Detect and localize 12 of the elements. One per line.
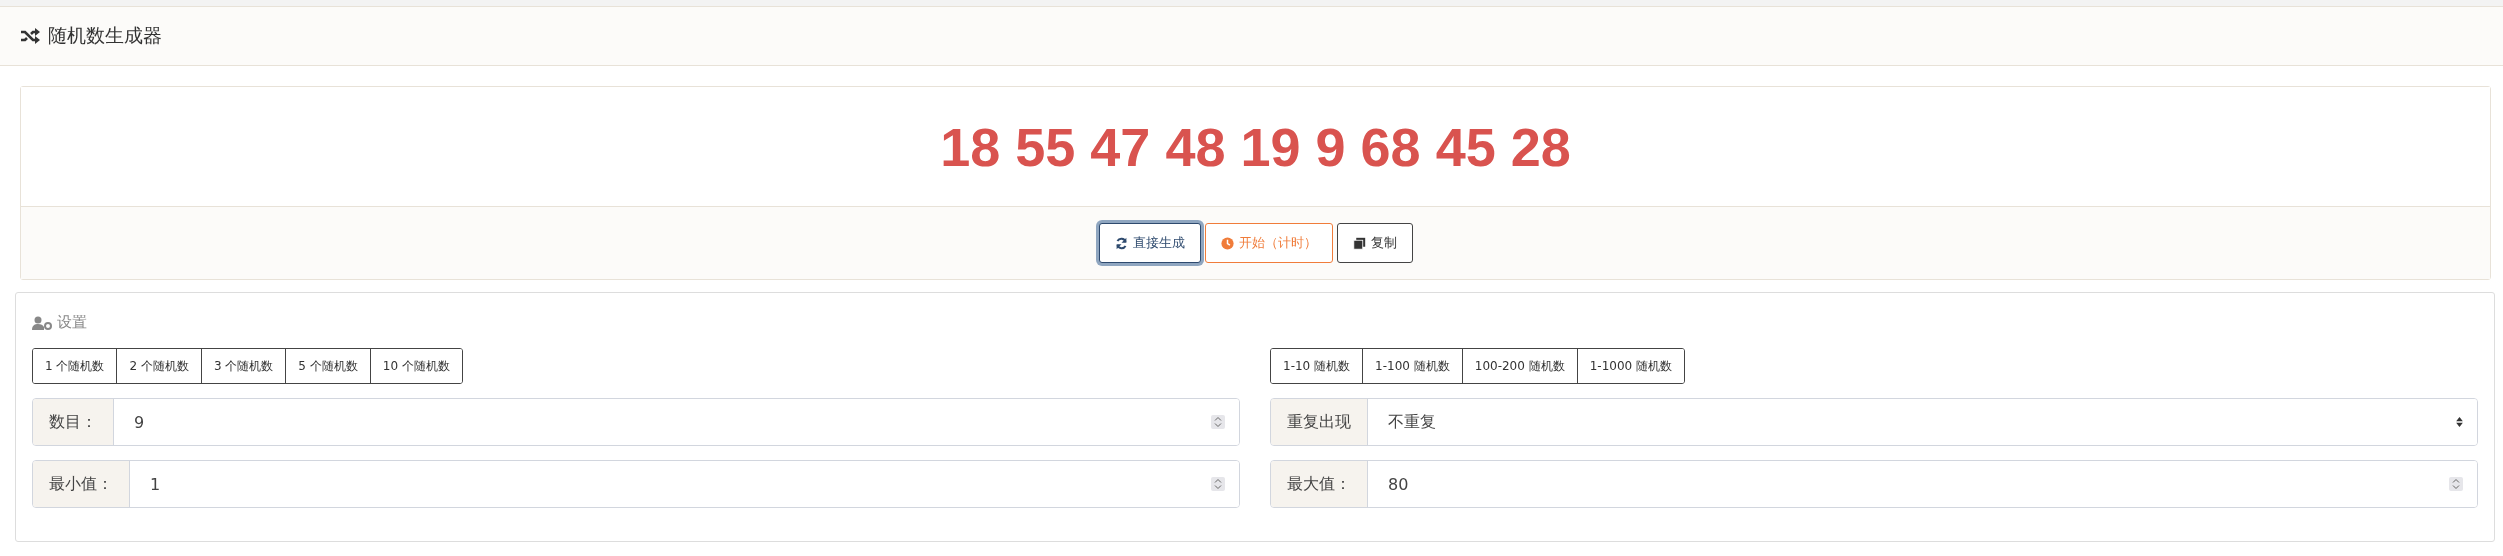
page-title: 随机数生成器 (48, 23, 162, 48)
settings-title: 设置 (57, 313, 87, 332)
count-preset-button[interactable]: 1 个随机数 (33, 349, 118, 383)
range-preset-button[interactable]: 1-10 随机数 (1271, 349, 1364, 383)
shuffle-icon (20, 28, 40, 44)
copy-button[interactable]: 复制 (1336, 223, 1413, 263)
user-gear-icon (32, 315, 52, 330)
refresh-icon (1114, 236, 1128, 250)
random-numbers: 18 55 47 48 19 9 68 45 28 (940, 115, 1571, 178)
copy-icon (1352, 236, 1366, 250)
generate-button[interactable]: 直接生成 (1098, 223, 1201, 263)
clock-icon (1220, 236, 1234, 250)
